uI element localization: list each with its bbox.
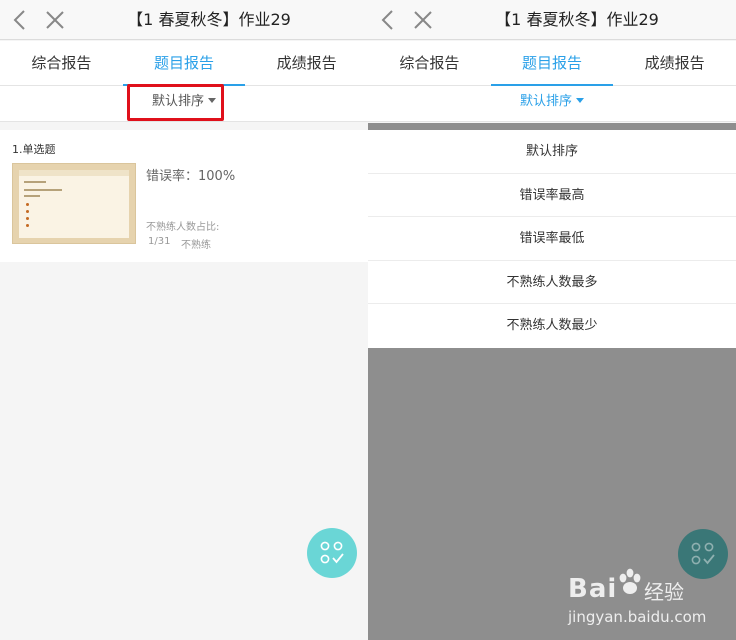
thumbnail-option-dot [26,217,29,220]
grid-check-icon [320,541,344,564]
thumbnail-option-dot [26,203,29,206]
thumbnail-option-dot [26,210,29,213]
sort-label: 默认排序 [151,94,204,109]
sort-option-default[interactable]: 默认排序 [368,130,736,174]
sort-bar: 默认排序 [0,86,368,122]
thumbnail-header [19,170,129,176]
thumbnail-line [24,181,46,183]
sort-dropdown-button[interactable]: 默认排序 [510,86,594,122]
report-tabs: 综合报告 题目报告 成绩报告 [0,41,368,86]
sort-option-unfamiliar-least[interactable]: 不熟练人数最少 [368,304,736,348]
sort-bar: 默认排序 [368,86,736,122]
sort-option-error-lowest[interactable]: 错误率最低 [368,217,736,261]
floating-action-button[interactable] [307,528,357,578]
sort-options-menu: 默认排序 错误率最高 错误率最低 不熟练人数最多 不熟练人数最少 [368,130,736,348]
page-title: 【1 春夏秋冬】作业29 [127,10,291,29]
sort-label: 默认排序 [519,94,572,109]
left-screen: 【1 春夏秋冬】作业29 综合报告 题目报告 成绩报告 默认排序 1.单选题 错… [0,0,368,640]
sort-dropdown-button[interactable]: 默认排序 [142,86,226,122]
nav-bar: 【1 春夏秋冬】作业29 [368,0,736,40]
floating-action-button[interactable] [678,529,728,579]
page-title: 【1 春夏秋冬】作业29 [495,10,659,29]
back-arrow-icon[interactable] [10,8,32,32]
back-arrow-icon[interactable] [378,8,400,32]
caret-down-icon [208,98,216,103]
unfamiliar-tag: 不熟练 [181,240,211,251]
report-tabs: 综合报告 题目报告 成绩报告 [368,41,736,86]
thumbnail-option-dot [26,224,29,227]
thumbnail-line [24,189,62,191]
unfamiliar-ratio-label: 不熟练人数占比: [146,222,220,233]
nav-bar: 【1 春夏秋冬】作业29 [0,0,368,40]
tab-score-report[interactable]: 成绩报告 [613,41,736,85]
sort-option-unfamiliar-most[interactable]: 不熟练人数最多 [368,261,736,305]
close-icon[interactable] [44,9,66,31]
tab-question-report[interactable]: 题目报告 [490,41,614,86]
thumbnail-line [24,195,40,197]
question-thumbnail[interactable] [12,163,136,244]
close-icon[interactable] [412,9,434,31]
thumbnail-page [19,170,129,238]
tab-overall-report[interactable]: 综合报告 [0,41,123,85]
question-title: 1.单选题 [12,143,56,156]
tab-overall-report[interactable]: 综合报告 [368,41,491,85]
right-screen: 【1 春夏秋冬】作业29 综合报告 题目报告 成绩报告 默认排序 默认排序 错误… [368,0,736,640]
error-rate: 错误率：100% [146,169,236,184]
tab-score-report[interactable]: 成绩报告 [245,41,368,85]
sort-option-error-highest[interactable]: 错误率最高 [368,174,736,218]
unfamiliar-ratio-value: 1/31 [148,236,171,247]
grid-check-icon [691,542,715,565]
question-card[interactable]: 1.单选题 错误率：100% 不熟练人数占比: 1/31 不熟练 [0,130,368,262]
caret-down-icon [576,98,584,103]
tab-question-report[interactable]: 题目报告 [122,41,246,86]
